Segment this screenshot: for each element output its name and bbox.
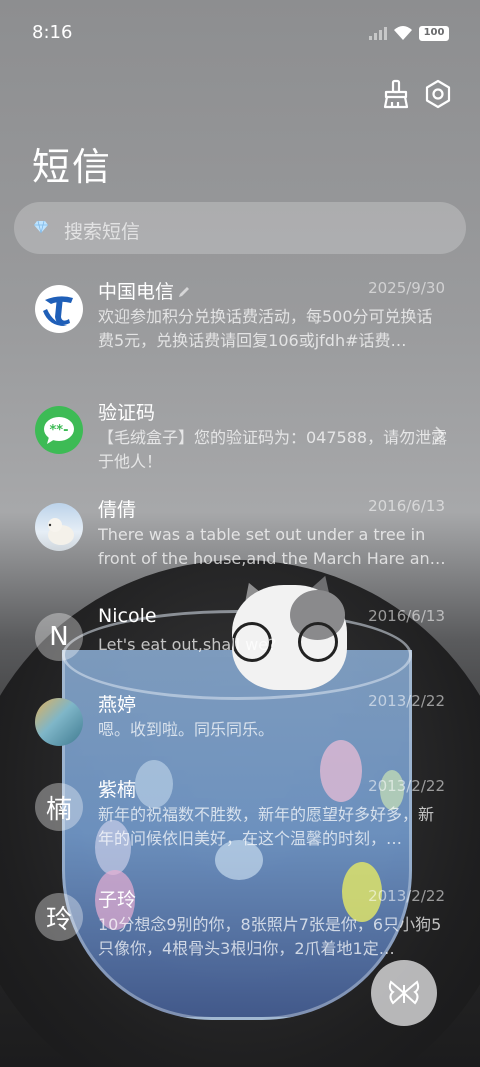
conversation-preview: There was a table set out under a tree i… bbox=[98, 525, 446, 568]
conversation-name: 子玲 bbox=[98, 889, 137, 911]
settings-icon[interactable] bbox=[422, 78, 454, 110]
conversation-date: 2016/6/13 bbox=[368, 497, 445, 515]
conversation-name: 中国电信 bbox=[98, 277, 191, 304]
page-title: 短信 bbox=[32, 145, 113, 189]
polar-bear-avatar bbox=[35, 503, 83, 551]
conversation-preview: 欢迎参加积分兑换话费活动，每500分可兑换话费5元，兑换话费请回复106或jfd… bbox=[98, 307, 433, 350]
wifi-icon bbox=[394, 26, 412, 40]
conversation-item[interactable]: 中国电信 2025/9/30 欢迎参加积分兑换话费活动，每500分可兑换话费5元… bbox=[0, 279, 480, 389]
landscape-avatar bbox=[35, 698, 83, 746]
search-input[interactable]: 搜索短信 bbox=[64, 217, 140, 244]
compose-button[interactable] bbox=[371, 960, 437, 1026]
butterfly-icon bbox=[388, 980, 420, 1005]
sms-bubble-icon: **- bbox=[35, 406, 83, 454]
conversation-preview: 【毛绒盒子】您的验证码为：047588，请勿泄露于他人！ bbox=[98, 428, 448, 471]
battery-icon: 100 bbox=[419, 26, 449, 41]
conversation-name: 紫楠 bbox=[98, 779, 137, 801]
broom-icon[interactable] bbox=[379, 78, 411, 110]
conversation-date: 2013/2/22 bbox=[368, 777, 445, 795]
signal-icon bbox=[369, 26, 387, 40]
status-bar: 8:16 100 bbox=[0, 0, 480, 68]
conversation-preview: 嗯。收到啦。同乐同乐。 bbox=[98, 720, 275, 739]
contact-avatar: 玲 bbox=[35, 893, 83, 941]
conversation-date: 2025/9/30 bbox=[368, 279, 445, 297]
conversation-preview: 10分想念9别的你，8张照片7张是你，6只小狗5只像你，4根骨头3根归你，2爪着… bbox=[98, 915, 442, 958]
contact-avatar: 楠 bbox=[35, 783, 83, 831]
chevron-right-icon[interactable] bbox=[434, 426, 444, 442]
conversation-name: 倩倩 bbox=[98, 499, 137, 521]
conversation-date: 2013/2/22 bbox=[368, 887, 445, 905]
search-bar[interactable]: 搜索短信 bbox=[14, 202, 466, 254]
conversation-date: 2013/2/22 bbox=[368, 692, 445, 710]
conversation-name: 燕婷 bbox=[98, 694, 137, 716]
svg-text:**-: **- bbox=[50, 423, 69, 438]
conversation-name: 验证码 bbox=[98, 402, 156, 424]
conversation-item[interactable]: **- 验证码 【毛绒盒子】您的验证码为：047588，请勿泄露于他人！ bbox=[0, 402, 480, 510]
diamond-icon bbox=[34, 220, 48, 234]
china-telecom-logo-icon bbox=[35, 285, 83, 333]
pencil-icon bbox=[179, 287, 190, 297]
conversation-item[interactable]: 倩倩 2016/6/13 There was a table set out u… bbox=[0, 497, 480, 607]
conversation-preview: 新年的祝福数不胜数，新年的愿望好多好多，新年的问候依旧美好，在这个温馨的时刻，… bbox=[98, 805, 435, 848]
conversation-date: 2016/6/13 bbox=[368, 607, 445, 625]
contact-avatar: N bbox=[35, 613, 83, 661]
conversation-name: Nicole bbox=[98, 605, 157, 627]
conversation-preview: Let's eat out,shall we? bbox=[98, 635, 277, 654]
status-time: 8:16 bbox=[32, 22, 73, 43]
conversation-item[interactable]: 楠 紫楠 2013/2/22 新年的祝福数不胜数，新年的愿望好多好多，新年的问候… bbox=[0, 777, 480, 887]
